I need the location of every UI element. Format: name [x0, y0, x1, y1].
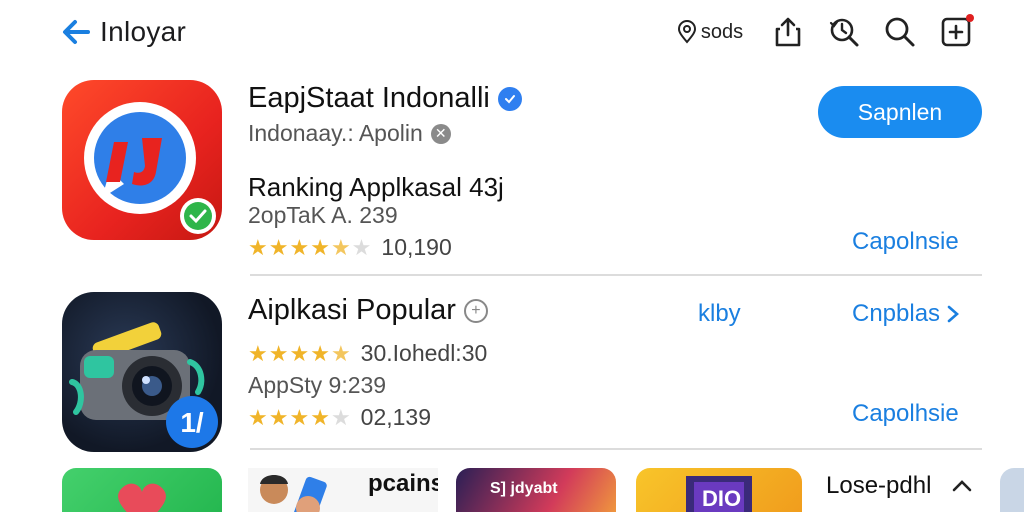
app-row-1[interactable]: EapjStaat Indonalli Indonaay.: Apolin ✕ … [0, 78, 1024, 274]
star-rating-icon: ★ ★ ★ ★ ★ [248, 404, 351, 430]
app-row-2[interactable]: 1/ Aiplkasi Popular + ★ ★ ★ ★ ★ 30.Iohedl:30… [0, 280, 1024, 460]
featured-strip: pcainst S] jdyabt DIO Lose-pdhl [0, 462, 1024, 512]
top-bar: Inloyar sods [0, 0, 1024, 64]
svg-text:1/: 1/ [180, 407, 204, 438]
share-icon [775, 17, 801, 47]
app-logo-1 [84, 102, 216, 234]
featured-tile-5[interactable] [1000, 468, 1024, 512]
rating-2b: ★ ★ ★ ★ ★ 02,139 [248, 404, 431, 431]
app-subtitle-1: Indonaay.: Apolin ✕ [248, 120, 451, 147]
chevron-right-icon [947, 305, 960, 323]
app-title-1-text: EapjStaat Indonalli [248, 82, 490, 114]
search-button[interactable] [872, 12, 928, 52]
search-icon [885, 17, 915, 47]
tile-3-text: S] jdyabt [490, 480, 558, 497]
rating-count-1: 10,190 [381, 234, 452, 260]
featured-tile-1[interactable] [62, 468, 222, 512]
rating-text-2: 30.Iohedl:30 [360, 340, 488, 366]
more-label[interactable]: Lose-pdhl [826, 472, 931, 500]
featured-tile-4[interactable]: DIO [636, 468, 802, 512]
share-button[interactable] [760, 12, 816, 52]
app-meta-1: 2opTaK A. 239 [248, 202, 398, 228]
history-search-button[interactable] [816, 12, 872, 52]
add-button[interactable] [928, 12, 984, 52]
divider-1 [250, 274, 982, 276]
middle-link[interactable]: klby [698, 300, 741, 328]
app-link-1[interactable]: Capolnsie [852, 228, 959, 256]
rating-count-2: 02,139 [360, 404, 432, 430]
rating-2a: ★ ★ ★ ★ ★ 30.Iohedl:30 [248, 340, 487, 367]
app-subtitle-1-text: Indonaay.: Apolin [248, 120, 423, 146]
ranking-heading: Ranking Applkasal 43j [248, 172, 504, 202]
location-button[interactable]: sods [660, 12, 760, 52]
get-button[interactable]: Sapnlen [818, 86, 982, 138]
star-rating-icon: ★ ★ ★ ★ ★ ★ [248, 234, 372, 260]
back-label: Inloyar [100, 16, 187, 47]
location-text: sods [700, 20, 744, 43]
app-title-1: EapjStaat Indonalli [248, 82, 522, 115]
notification-dot [966, 14, 974, 22]
camera-app-logo: 1/ [69, 322, 218, 448]
divider-2 [250, 448, 982, 450]
history-search-icon [829, 18, 859, 47]
featured-tile-3[interactable]: S] jdyabt [456, 468, 616, 512]
verified-icon [497, 86, 522, 111]
heart-icon [118, 483, 166, 512]
app-link-3[interactable]: Capolhsie [852, 400, 959, 428]
app-title-2-text: Aiplkasi Popular [248, 294, 456, 326]
tile-4-text: DIO [702, 486, 742, 511]
app-meta-2: AppSty 9:239 [248, 372, 387, 398]
app-icon-1[interactable] [62, 80, 222, 240]
add-circle-icon[interactable]: + [463, 298, 488, 323]
featured-tile-2[interactable]: pcainst [248, 468, 438, 512]
rating-1: ★ ★ ★ ★ ★ ★ 10,190 [248, 234, 452, 261]
close-circle-icon[interactable]: ✕ [430, 123, 451, 144]
location-pin-icon [677, 20, 696, 44]
app-link-2-text: Cnpblas [852, 300, 941, 327]
toolbar-icons: sods [660, 12, 984, 52]
back-arrow-icon [63, 20, 90, 44]
star-rating-icon: ★ ★ ★ ★ ★ [248, 340, 351, 366]
app-link-2[interactable]: Cnpblas [852, 300, 960, 328]
back-button[interactable]: Inloyar [58, 14, 186, 50]
tile-2-text: pcainst [368, 470, 438, 497]
chevron-up-icon[interactable] [950, 474, 974, 498]
app-title-2: Aiplkasi Popular + [248, 294, 488, 327]
app-icon-2[interactable]: 1/ [62, 292, 222, 452]
